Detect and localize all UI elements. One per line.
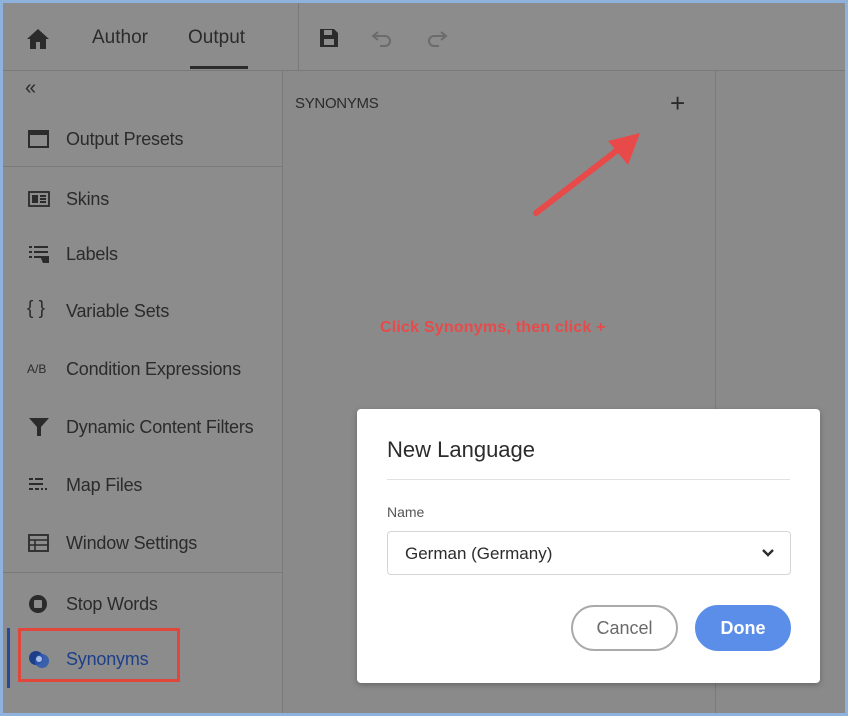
sidebar-item-label: Window Settings xyxy=(66,533,198,553)
labels-icon xyxy=(29,246,49,263)
sidebar-item-label: Output Presets xyxy=(66,129,184,149)
sidebar-item-condition-expressions[interactable]: A/B Condition Expressions xyxy=(3,346,283,390)
annotation-arrow xyxy=(533,133,640,216)
skins-icon xyxy=(28,191,50,207)
app-window: Author Output « Output Presets Skins Lab… xyxy=(0,0,848,716)
done-button[interactable]: Done xyxy=(695,605,791,651)
new-language-dialog: New Language Name German (Germany) Cance… xyxy=(357,409,820,683)
highlight-box xyxy=(18,628,180,682)
window-settings-icon xyxy=(28,534,49,552)
sidebar-item-label: Map Files xyxy=(66,475,143,495)
sidebar-item-label: Labels xyxy=(66,244,118,264)
sidebar-item-map-files[interactable]: Map Files xyxy=(3,462,283,506)
map-files-icon xyxy=(29,478,47,490)
sidebar-item-label: Dynamic Content Filters xyxy=(66,417,254,437)
sidebar-item-labels[interactable]: Labels xyxy=(3,231,283,275)
divider xyxy=(387,479,790,480)
sidebar-item-output-presets[interactable]: Output Presets xyxy=(3,116,283,160)
home-icon[interactable] xyxy=(25,27,51,51)
name-label: Name xyxy=(387,504,425,520)
active-tab-indicator xyxy=(190,66,248,69)
toolbar-divider xyxy=(298,3,299,71)
annotation-text: Click Synonyms, then click + xyxy=(380,319,606,336)
sidebar-item-stop-words[interactable]: Stop Words xyxy=(3,581,283,625)
tab-author[interactable]: Author xyxy=(92,27,148,49)
sidebar-item-label: Skins xyxy=(66,189,110,209)
sidebar-item-skins[interactable]: Skins xyxy=(3,176,283,220)
language-select-value: German (Germany) xyxy=(405,544,553,563)
divider xyxy=(3,166,283,167)
divider xyxy=(3,572,283,573)
filter-icon xyxy=(29,418,49,436)
language-select[interactable]: German (Germany) xyxy=(387,531,791,575)
sidebar-item-window-settings[interactable]: Window Settings xyxy=(3,520,283,564)
save-icon[interactable] xyxy=(317,27,341,49)
panel-title: SYNONYMS xyxy=(295,95,379,112)
sidebar: « Output Presets Skins Labels {} Variab… xyxy=(3,71,283,713)
sidebar-item-variable-sets[interactable]: { } Variable Sets xyxy=(3,288,283,332)
sidebar-item-dynamic-content-filters[interactable]: Dynamic Content Filters xyxy=(3,404,283,448)
dialog-title: New Language xyxy=(387,437,536,462)
chevron-down-icon xyxy=(762,549,774,557)
stop-words-icon xyxy=(29,595,47,613)
sidebar-item-label: Condition Expressions xyxy=(66,359,241,379)
ab-icon: A/B xyxy=(27,362,47,376)
cancel-button[interactable]: Cancel xyxy=(571,605,678,651)
redo-icon[interactable] xyxy=(425,27,449,49)
collapse-sidebar-button[interactable]: « xyxy=(25,77,36,100)
add-button[interactable]: + xyxy=(670,88,685,119)
tab-output[interactable]: Output xyxy=(188,27,245,49)
top-toolbar: Author Output xyxy=(3,3,845,71)
braces-icon: { } xyxy=(27,298,45,319)
undo-icon[interactable] xyxy=(370,27,394,49)
output-presets-icon xyxy=(28,130,49,148)
sidebar-item-label: Stop Words xyxy=(66,594,158,614)
sidebar-item-label: Variable Sets xyxy=(66,301,170,321)
